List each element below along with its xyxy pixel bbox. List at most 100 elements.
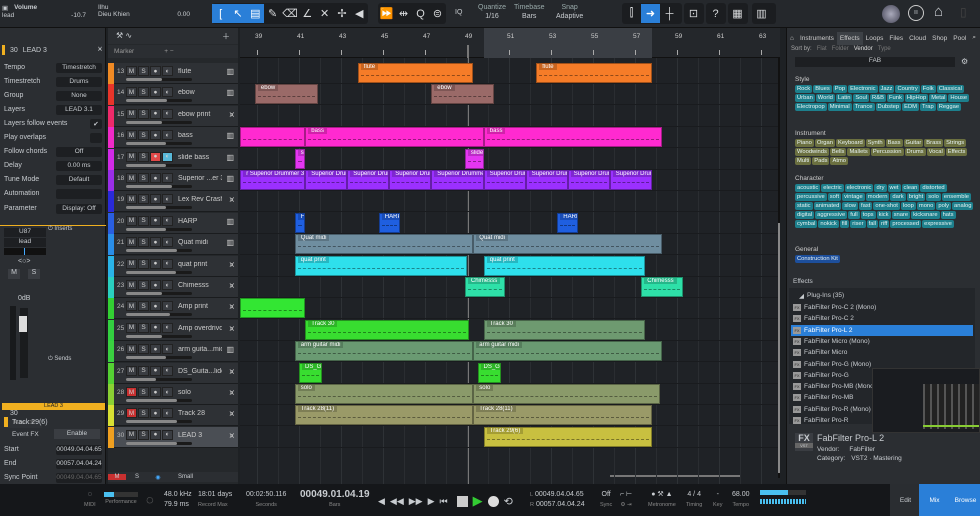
sends-header[interactable]: ⏻ Sends (48, 356, 106, 362)
tag[interactable]: soft (827, 193, 842, 201)
record-panel-icon[interactable]: ⊡ (684, 4, 703, 23)
browser-search-input[interactable]: FAB (795, 57, 955, 67)
eraser-tool-icon[interactable]: ⌫ (281, 4, 298, 23)
tag[interactable]: vintage (842, 193, 865, 201)
record-arm-button[interactable]: ● (150, 429, 161, 440)
solo-button[interactable]: S (138, 365, 149, 376)
track-row[interactable]: 20 M S ● ◐ HARP ▥ (108, 212, 238, 234)
record-arm-button[interactable]: ● (150, 87, 161, 98)
edit-view-button[interactable]: Edit (890, 484, 921, 516)
track-row[interactable]: 19 M S ● ◐ Lex Rev Crash ⩙ (108, 191, 238, 213)
tag[interactable]: riff (879, 220, 890, 228)
monitor-button[interactable]: ◐ (162, 301, 173, 312)
track-name[interactable]: Amp overdrivdr (178, 325, 222, 332)
tag[interactable]: Multi (795, 157, 812, 165)
clip[interactable] (240, 298, 306, 319)
monitor-button[interactable]: ◐ (162, 387, 173, 397)
tag[interactable]: digital (795, 211, 815, 219)
monitor-button[interactable]: ◐ (162, 194, 173, 205)
track-volume-slider[interactable] (126, 206, 192, 210)
rewind-icon[interactable]: ◀◀ (390, 496, 404, 507)
track-row[interactable]: 22 M S ● ◐ quat print ⩙ (108, 255, 238, 277)
track-name[interactable]: Quat midi (178, 239, 222, 246)
track-volume-slider[interactable] (126, 334, 192, 338)
quantize-icon[interactable]: Q (412, 4, 429, 23)
tag[interactable]: Urban (795, 94, 815, 102)
clip[interactable]: DS_Gui (299, 362, 323, 383)
browser-tab[interactable]: Pool (950, 32, 969, 45)
solo-button[interactable]: S (138, 301, 149, 312)
vertical-scrollbar[interactable] (778, 58, 780, 478)
track-row[interactable]: 30 M S ● ◐ LEAD 3 ⩙ (108, 426, 238, 448)
clip[interactable]: Superior Drumm (567, 170, 610, 190)
track-size-select[interactable]: Small (178, 474, 193, 480)
browser-tab[interactable]: Loops (863, 32, 887, 45)
track-name[interactable]: bass (178, 132, 222, 139)
tag[interactable]: Blues (813, 85, 832, 93)
track-row[interactable]: 15 M S ● ◐ ebow print ⩙ (108, 105, 238, 127)
cursor-follow-icon[interactable]: ┼ (660, 4, 679, 23)
fast-forward-icon[interactable]: ▶▶ (409, 496, 423, 507)
metronome-controls[interactable]: ● ⚒ ▲ Metronome (648, 490, 676, 510)
tag[interactable]: one-shot (873, 202, 900, 210)
clip[interactable]: Superior Drumm (389, 170, 432, 190)
monitor-button[interactable]: ◐ (162, 322, 173, 333)
track-row[interactable]: 23 M S ● ◐ Chimesss ⩙ (108, 277, 238, 298)
solo-button[interactable]: S (138, 344, 149, 355)
track-name[interactable]: solo (178, 389, 222, 396)
volume-fader[interactable] (19, 308, 28, 378)
plugin-item[interactable]: FX FabFilter Micro (791, 347, 973, 358)
track-name[interactable]: flute (178, 68, 222, 75)
browser-search-icon[interactable]: ⌕ (969, 31, 979, 45)
solo-button[interactable]: S (138, 237, 149, 248)
mute-button[interactable]: M (126, 301, 137, 312)
solo-button[interactable]: S (138, 173, 149, 183)
track-name[interactable]: ebow print (178, 111, 222, 118)
browse-view-button[interactable]: Browse (950, 484, 980, 516)
tag[interactable]: fill (839, 220, 850, 228)
browser-tab[interactable]: Cloud (906, 32, 929, 45)
mute-button[interactable]: M (126, 258, 137, 269)
solo-button[interactable]: S (138, 87, 149, 98)
tag[interactable]: mono (916, 202, 936, 210)
tag[interactable]: Mallets (847, 148, 870, 156)
sort-option[interactable]: Vendor (854, 46, 873, 52)
tag[interactable]: electric (821, 184, 844, 192)
tag[interactable]: Percussion (870, 148, 904, 156)
tag[interactable]: riser (850, 220, 866, 228)
mute-button[interactable]: M (126, 365, 137, 376)
solo-button[interactable]: S (138, 258, 149, 269)
tag[interactable]: Pop (832, 85, 848, 93)
browser-tab[interactable]: Files (886, 32, 906, 45)
inspector-row-value[interactable] (56, 188, 102, 199)
track-row[interactable]: 18 M S ● ◐ Superior ...er 3 ▥ (108, 170, 238, 191)
clip[interactable]: solo (473, 384, 661, 404)
plugin-item[interactable]: FX FabFilter Pro-C 2 (Mono) (791, 302, 973, 313)
midi-monitor[interactable]: ◌ MIDI (84, 490, 96, 510)
pan-slider[interactable] (4, 248, 46, 255)
song-param-display[interactable]: Ilhu Dieu Khien 0.00 (98, 4, 190, 18)
timeline-ruler[interactable]: 39 41 43 45 47 49 51 53 55 57 59 61 63 (240, 28, 780, 58)
track-row[interactable]: 26 M S ● ◐ arm guita...midi ▥ (108, 341, 238, 363)
video-icon[interactable]: ▦ (728, 4, 747, 23)
browser-tab[interactable]: Effects (836, 31, 863, 45)
tag[interactable]: Brass (924, 139, 944, 147)
previous-marker-icon[interactable]: ◀ (378, 496, 385, 507)
inspector-row-value[interactable] (90, 132, 102, 143)
monitor-button[interactable]: ◐ (162, 408, 173, 419)
snap-select[interactable]: Snap Adaptive (556, 3, 583, 21)
record-button[interactable] (487, 495, 499, 507)
track-volume-slider[interactable] (126, 420, 192, 424)
inspector-row-value[interactable]: Timestretch (56, 62, 102, 73)
tag[interactable]: expressive (922, 220, 954, 228)
clip[interactable]: r Superior Drummer 3 (240, 170, 306, 190)
mute-button[interactable]: M (126, 322, 137, 333)
track-row[interactable]: 25 M S ● ◐ Amp overdrivdr ⩙ (108, 319, 238, 341)
track-name[interactable]: ebow (178, 89, 222, 96)
record-arm-button[interactable]: ● (150, 301, 161, 312)
clip[interactable]: Superior Drumm (305, 170, 348, 190)
input-select[interactable]: U87 (4, 228, 46, 237)
mute-button[interactable]: M (126, 429, 137, 440)
search-settings-icon[interactable]: ⚙ (961, 57, 968, 66)
clip[interactable]: Superior Drumm (525, 170, 568, 190)
